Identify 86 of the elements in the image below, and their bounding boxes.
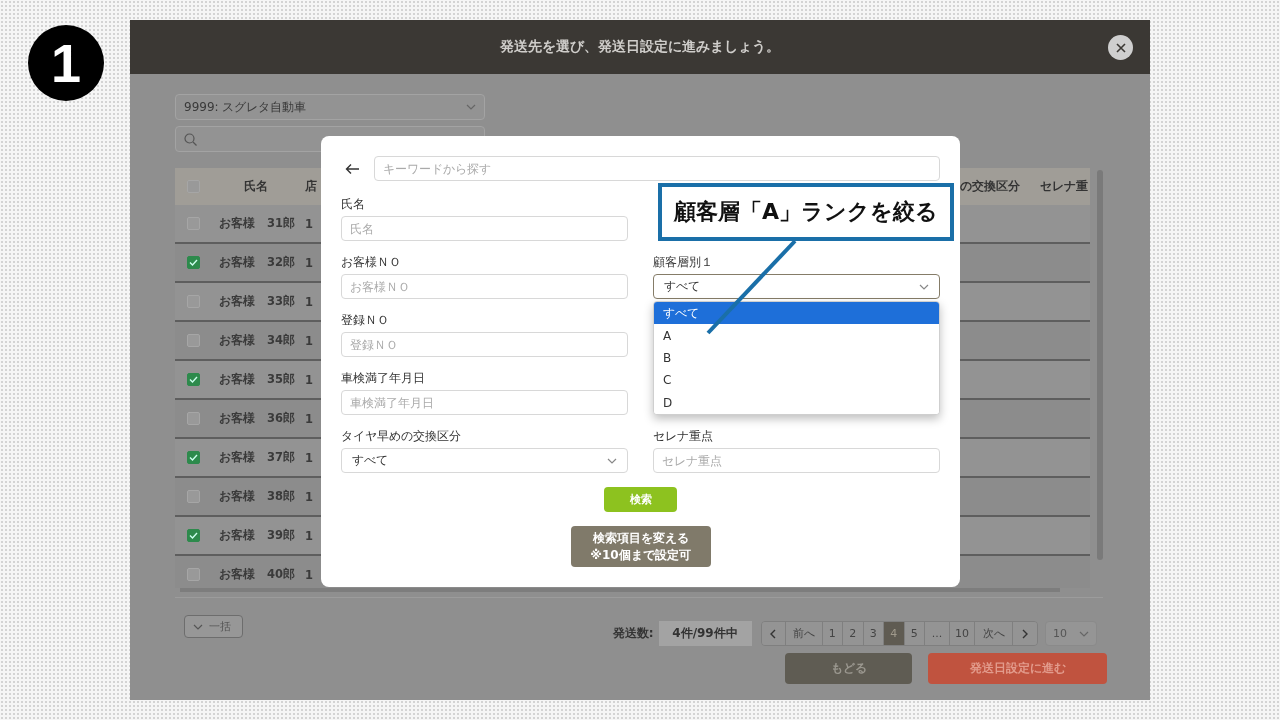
select-field[interactable]: すべて — [653, 274, 940, 299]
input-field[interactable]: お客様ＮＯ — [341, 274, 628, 299]
search-button[interactable]: 検索 — [604, 487, 677, 513]
table-cell-text: 1 — [304, 528, 314, 543]
table-cell-text: 1 — [304, 489, 314, 504]
table-cell-text: 1 — [304, 450, 314, 465]
table-cell-text: お客様 34郎 — [218, 333, 296, 348]
checkbox[interactable] — [186, 490, 200, 503]
send-count-value: 4件/99件中 — [658, 621, 752, 646]
page-button[interactable]: 5 — [904, 622, 925, 645]
previous-link[interactable]: 前へ — [785, 622, 823, 645]
horizontal-scrollbar[interactable] — [180, 588, 1060, 592]
table-cell-text: お客様 32郎 — [218, 255, 296, 270]
field-label: お客様ＮＯ — [341, 254, 402, 270]
table-cell-text: お客様 39郎 — [218, 528, 296, 543]
column-header: セレナ重 — [1040, 179, 1089, 194]
column-header: の交換区分 — [960, 179, 1021, 194]
back-button[interactable]: もどる — [785, 653, 912, 684]
chevron-left-icon — [770, 628, 776, 639]
next-page-button[interactable] — [1013, 622, 1037, 645]
send-count-label: 発送数: — [612, 625, 654, 642]
input-field[interactable]: 登録ＮＯ — [341, 332, 628, 357]
page-button[interactable]: 10 — [950, 622, 975, 645]
callout-box: 顧客層「A」ランクを絞る — [658, 183, 954, 241]
table-cell-text: 1 — [304, 411, 314, 426]
page-button[interactable]: 4 — [884, 622, 905, 645]
checkbox[interactable] — [186, 529, 200, 542]
change-fields-button[interactable]: 検索項目を変える ※10個まで設定可 — [570, 526, 711, 567]
input-field[interactable]: セレナ重点 — [653, 448, 940, 473]
input-field[interactable]: 車検満了年月日 — [341, 390, 628, 415]
column-header: 氏名 — [243, 179, 269, 194]
table-cell-text: お客様 38郎 — [218, 489, 296, 504]
close-icon — [1115, 42, 1126, 53]
table-cell-text: 1 — [304, 567, 314, 582]
page-button[interactable]: 3 — [863, 622, 884, 645]
arrow-left-icon — [344, 162, 360, 175]
step-badge: 1 — [28, 25, 104, 101]
dropdown-option[interactable]: C — [654, 369, 939, 392]
search-icon — [184, 132, 197, 146]
checkbox[interactable] — [186, 412, 200, 425]
table-cell-text: 1 — [304, 294, 314, 309]
table-cell-text: 1 — [304, 372, 314, 387]
page-button[interactable]: ... — [925, 622, 950, 645]
field-label: セレナ重点 — [653, 428, 714, 444]
next-link[interactable]: 次へ — [975, 622, 1013, 645]
dropdown-option[interactable]: すべて — [654, 302, 939, 325]
chevron-down-icon — [466, 104, 476, 110]
table-cell-text: 1 — [304, 255, 314, 270]
field-label: 顧客層別１ — [653, 254, 714, 270]
checkbox[interactable] — [186, 451, 200, 464]
dropdown-option[interactable]: D — [654, 391, 939, 414]
table-cell-text: お客様 35郎 — [218, 372, 296, 387]
chevron-down-icon — [1079, 630, 1089, 637]
page-button[interactable]: 1 — [822, 622, 843, 645]
table-cell-text: お客様 37郎 — [218, 450, 296, 465]
chevron-down-icon — [919, 283, 929, 290]
checkbox[interactable] — [186, 373, 200, 386]
checkbox[interactable] — [186, 334, 200, 347]
previous-page-button[interactable] — [761, 622, 786, 645]
proceed-button[interactable]: 発送日設定に進む — [928, 653, 1107, 684]
checkbox[interactable] — [186, 256, 200, 269]
dealer-select[interactable]: 9999: スグレタ自動車 — [175, 94, 485, 120]
table-cell-text: 1 — [304, 216, 314, 231]
per-page-select[interactable]: 10 — [1045, 621, 1097, 646]
page-button[interactable]: 2 — [843, 622, 864, 645]
field-label: 氏名 — [341, 196, 366, 212]
checkbox[interactable] — [186, 568, 200, 581]
select-field[interactable]: すべて — [341, 448, 628, 473]
chevron-down-icon — [607, 457, 617, 464]
table-cell-text: お客様 31郎 — [218, 216, 296, 231]
table-cell-text: お客様 36郎 — [218, 411, 296, 426]
table-cell-text: お客様 33郎 — [218, 294, 296, 309]
dropdown-option[interactable]: B — [654, 346, 939, 370]
dialog-title: 発送先を選び、発送日設定に進みましょう。 — [500, 38, 780, 56]
dropdown-option[interactable]: A — [654, 324, 939, 347]
chevron-right-icon — [1022, 628, 1028, 639]
chevron-down-icon — [193, 623, 203, 630]
input-field[interactable]: 氏名 — [341, 216, 628, 241]
field-label: 登録ＮＯ — [341, 312, 390, 328]
field-label: 車検満了年月日 — [341, 370, 426, 386]
column-header: 店 — [304, 179, 317, 194]
keyword-search-field[interactable]: キーワードから探す — [373, 156, 940, 181]
table-cell-text: お客様 40郎 — [218, 567, 296, 582]
table-cell-text: 1 — [304, 333, 314, 348]
field-label: タイヤ早めの交換区分 — [341, 428, 462, 444]
close-button[interactable] — [1108, 35, 1133, 60]
